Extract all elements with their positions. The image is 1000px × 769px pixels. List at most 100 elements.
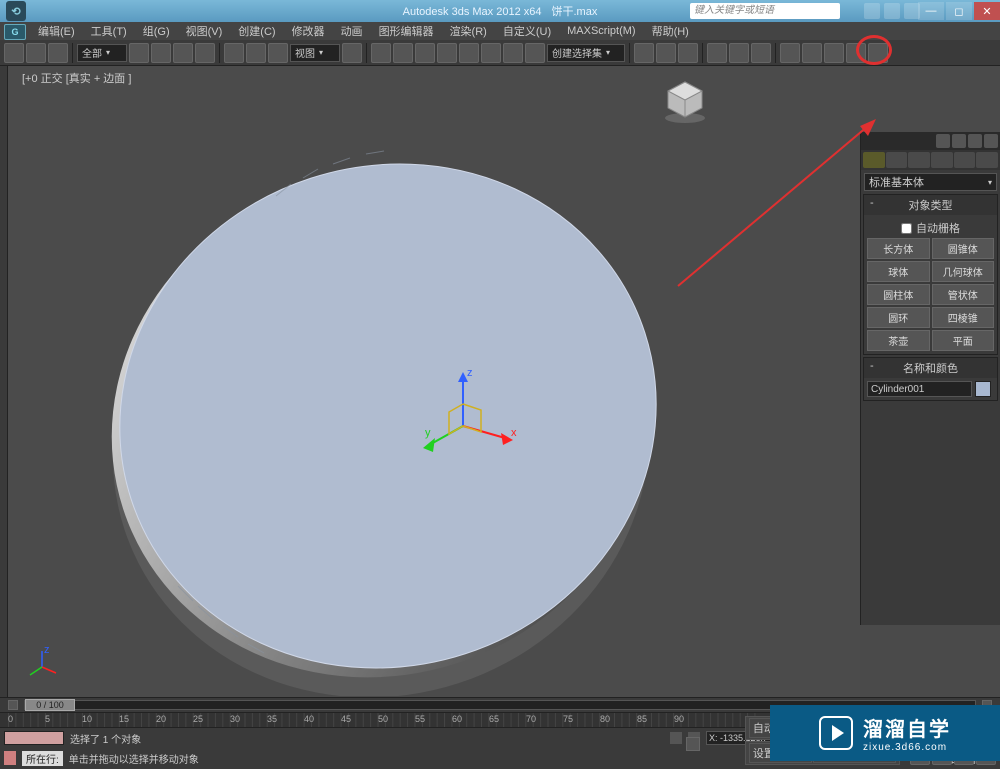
star-icon[interactable] (884, 3, 900, 19)
go-icon[interactable] (4, 751, 16, 765)
prim-torus[interactable]: 圆环 (867, 307, 930, 328)
prompt-text: 单击并拖动以选择并移动对象 (69, 751, 199, 766)
category-dropdown[interactable]: 标准基本体 (864, 173, 997, 191)
render-button[interactable] (824, 43, 844, 63)
edit-button[interactable] (525, 43, 545, 63)
close-button[interactable]: ✕ (974, 2, 1000, 20)
link-button[interactable] (48, 43, 68, 63)
mirror-button[interactable] (634, 43, 654, 63)
tab-create[interactable] (863, 152, 885, 168)
tab-display[interactable] (954, 152, 976, 168)
svg-text:z: z (467, 367, 473, 379)
panel-icon[interactable] (936, 134, 950, 148)
view-cube[interactable] (660, 76, 710, 126)
move-button[interactable] (224, 43, 244, 63)
align-button[interactable] (656, 43, 676, 63)
tab-hierarchy[interactable] (908, 152, 930, 168)
undo-button[interactable] (4, 43, 24, 63)
named-selset-dropdown[interactable]: 创建选择集 (547, 44, 625, 62)
prim-geosphere[interactable]: 几何球体 (932, 261, 995, 282)
menu-edit[interactable]: 编辑(E) (30, 23, 83, 39)
prim-tube[interactable]: 管状体 (932, 284, 995, 305)
panel-icon[interactable] (968, 134, 982, 148)
auto-grid-checkbox[interactable] (901, 223, 912, 234)
menu-animation[interactable]: 动画 (333, 23, 371, 39)
maximize-button[interactable]: ◻ (946, 2, 972, 20)
lock-sel-icon[interactable] (670, 732, 682, 744)
menu-custom[interactable]: 自定义(U) (495, 23, 559, 39)
tab-utilities[interactable] (976, 152, 998, 168)
menu-maxscript[interactable]: MAXScript(M) (559, 25, 643, 37)
prim-teapot[interactable]: 茶壶 (867, 330, 930, 351)
minimize-button[interactable]: — (918, 2, 944, 20)
status-swatch[interactable] (4, 731, 64, 745)
render-setup-button[interactable] (780, 43, 800, 63)
lock-icon[interactable] (686, 737, 700, 751)
object-color-swatch[interactable] (975, 381, 991, 397)
tab-motion[interactable] (931, 152, 953, 168)
layers-button[interactable] (678, 43, 698, 63)
app-menu-button[interactable]: G (4, 24, 26, 40)
prim-cone[interactable]: 圆锥体 (932, 238, 995, 259)
ref-coord-dropdown[interactable]: 视图 (290, 44, 340, 62)
auto-grid-label: 自动栅格 (916, 220, 960, 236)
help-search-input[interactable]: 键入关键字或短语 (690, 3, 840, 19)
menu-group[interactable]: 组(G) (135, 23, 178, 39)
rollout-header[interactable]: 名称和颜色 (864, 358, 997, 378)
manip-button[interactable] (371, 43, 391, 63)
angle-snap-button[interactable] (459, 43, 479, 63)
watermark-url: zixue.3d66.com (863, 742, 951, 753)
material-editor-button[interactable] (751, 43, 771, 63)
move-gizmo[interactable]: z x y (403, 366, 523, 486)
snap2d-button[interactable] (415, 43, 435, 63)
selection-filter-dropdown[interactable]: 全部 (77, 44, 127, 62)
menu-tools[interactable]: 工具(T) (83, 23, 135, 39)
curve-editor-button[interactable] (707, 43, 727, 63)
app-icon[interactable]: ⟲ (6, 1, 26, 21)
scale-button[interactable] (268, 43, 288, 63)
render-prod-button[interactable] (846, 43, 866, 63)
viewport[interactable]: [+0 正交 [真实 + 边面 ] z (8, 66, 860, 697)
time-slider-handle[interactable]: 0 / 100 (25, 699, 75, 711)
panel-icon[interactable] (952, 134, 966, 148)
prim-sphere[interactable]: 球体 (867, 261, 930, 282)
region-button[interactable] (173, 43, 193, 63)
rollout-header[interactable]: 对象类型 (864, 195, 997, 215)
slider-prev-icon[interactable] (8, 700, 18, 710)
window-crossing-button[interactable] (195, 43, 215, 63)
schematic-button[interactable] (729, 43, 749, 63)
menu-create[interactable]: 创建(C) (230, 23, 283, 39)
menu-view[interactable]: 视图(V) (178, 23, 231, 39)
menu-render[interactable]: 渲染(R) (442, 23, 495, 39)
render-frame-button[interactable] (802, 43, 822, 63)
keyboard-button[interactable] (393, 43, 413, 63)
watermark-logo (819, 716, 853, 750)
menu-graph[interactable]: 图形编辑器 (371, 23, 442, 39)
select-button[interactable] (129, 43, 149, 63)
rotate-button[interactable] (246, 43, 266, 63)
menu-modifier[interactable]: 修改器 (284, 23, 333, 39)
prim-cylinder[interactable]: 圆柱体 (867, 284, 930, 305)
menu-help[interactable]: 帮助(H) (644, 23, 697, 39)
main-toolbar: 全部 视图 创建选择集 (0, 40, 1000, 66)
select-name-button[interactable] (151, 43, 171, 63)
info-icon[interactable] (864, 3, 880, 19)
axis-indicator: z (22, 647, 62, 687)
prim-plane[interactable]: 平面 (932, 330, 995, 351)
teapot-button[interactable] (868, 43, 888, 63)
viewport-label[interactable]: [+0 正交 [真实 + 边面 ] (22, 70, 131, 86)
redo-button[interactable] (26, 43, 46, 63)
pivot-button[interactable] (342, 43, 362, 63)
scene-cylinder[interactable] (68, 126, 688, 696)
panel-icon[interactable] (984, 134, 998, 148)
snap3d-button[interactable] (437, 43, 457, 63)
rollout-object-type: 对象类型 自动栅格 长方体 圆锥体 球体 几何球体 圆柱体 管状体 圆环 四棱锥… (863, 194, 998, 355)
tab-modify[interactable] (886, 152, 908, 168)
prim-pyramid[interactable]: 四棱锥 (932, 307, 995, 328)
percent-snap-button[interactable] (481, 43, 501, 63)
spinner-snap-button[interactable] (503, 43, 523, 63)
selection-status: 选择了 1 个对象 (70, 731, 141, 746)
object-name-input[interactable] (867, 381, 972, 397)
prompt-label: 所在行: (22, 751, 63, 766)
prim-box[interactable]: 长方体 (867, 238, 930, 259)
